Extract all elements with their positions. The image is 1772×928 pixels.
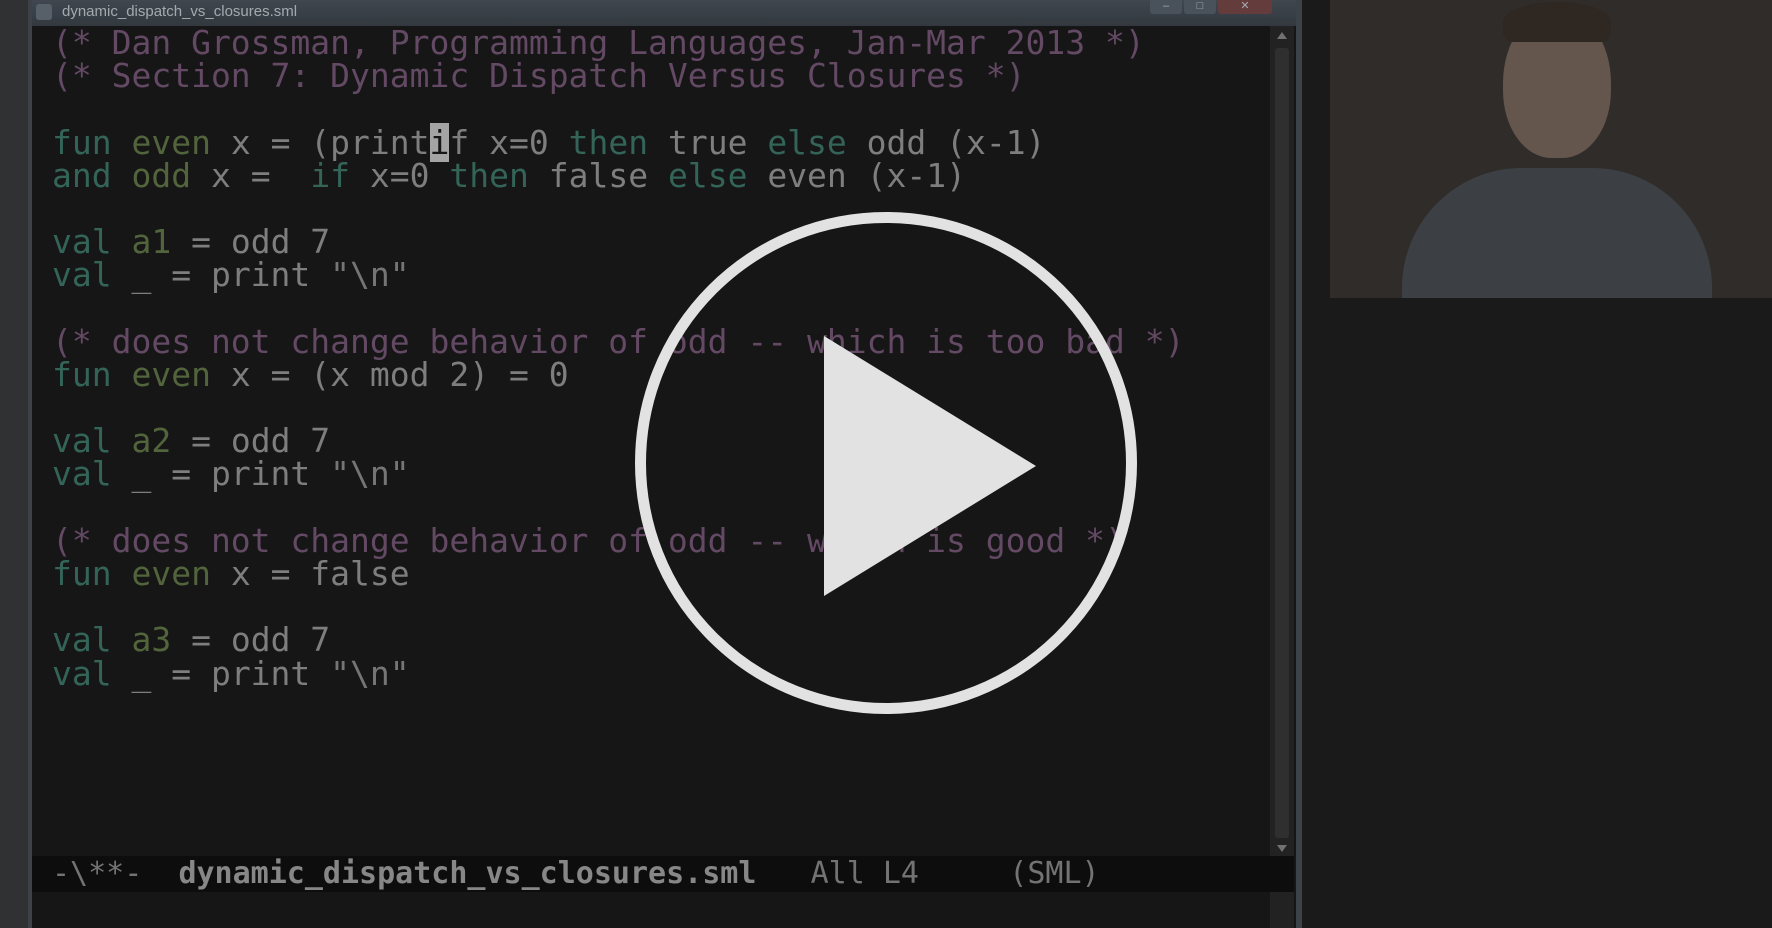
play-icon[interactable] (824, 336, 1036, 596)
